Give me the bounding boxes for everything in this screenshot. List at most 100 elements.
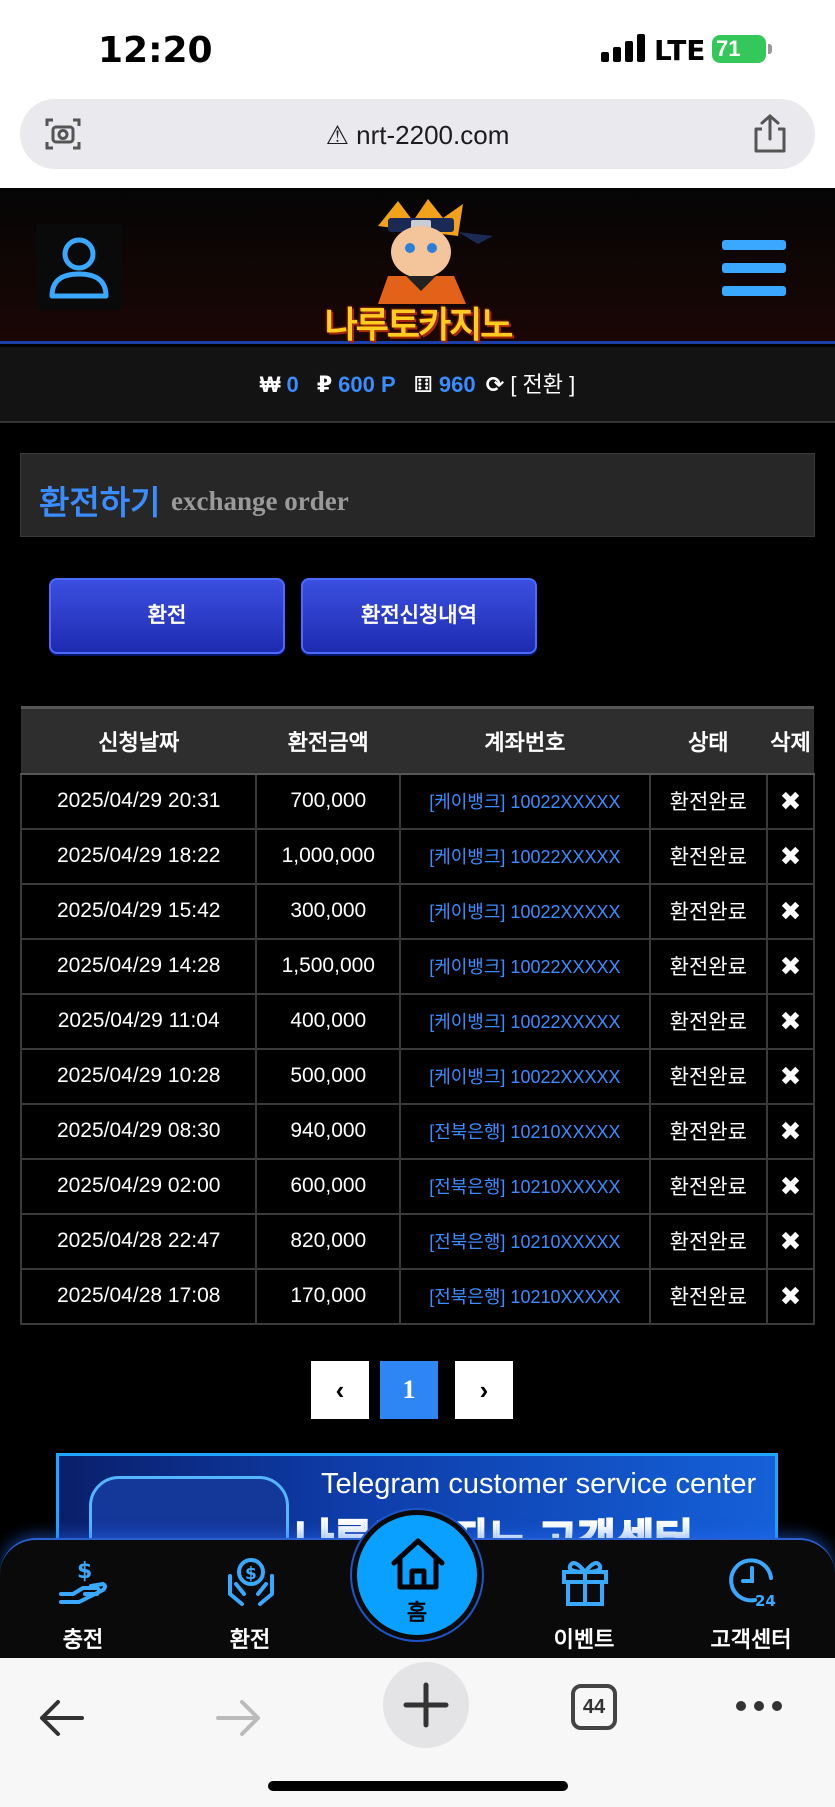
- telegram-icon: [89, 1476, 289, 1540]
- exchange-icon: $: [228, 1558, 274, 1606]
- delete-icon[interactable]: ✖: [766, 992, 815, 1050]
- won-icon: ₩: [259, 372, 281, 397]
- address-bar[interactable]: ⚠ nrt-2200.com: [20, 99, 815, 169]
- forward-arrow-icon[interactable]: [216, 1698, 262, 1738]
- cell-status: 환전완료: [648, 937, 769, 995]
- cell-account: [전북은행] 10210XXXXX: [399, 1212, 651, 1270]
- plus-icon: [403, 1682, 449, 1728]
- nav-support-label: 고객센터: [710, 1627, 792, 1652]
- header-delete: 삭제: [767, 706, 814, 775]
- table-row: 2025/04/29 08:30 940,000 [전북은행] 10210XXX…: [19, 1102, 815, 1160]
- battery-level: 71: [716, 36, 741, 61]
- browser-address-area: ⚠ nrt-2200.com: [0, 95, 835, 188]
- cash-value: 0: [286, 372, 299, 397]
- table-row: 2025/04/29 10:28 500,000 [케이뱅크] 10022XXX…: [19, 1047, 815, 1105]
- cell-date: 2025/04/28 22:47: [19, 1212, 258, 1270]
- cell-date: 2025/04/29 08:30: [19, 1102, 258, 1160]
- battery-cap: [768, 44, 772, 54]
- delete-icon[interactable]: ✖: [766, 937, 815, 995]
- cell-date: 2025/04/29 20:31: [19, 772, 258, 830]
- cell-amount: 500,000: [255, 1047, 402, 1105]
- cell-account: [전북은행] 10210XXXXX: [399, 1102, 651, 1160]
- cell-account: [전북은행] 10210XXXXX: [399, 1157, 651, 1215]
- delete-icon[interactable]: ✖: [766, 882, 815, 940]
- nav-support[interactable]: 24 고객센터: [681, 1540, 821, 1660]
- new-tab-button[interactable]: [383, 1662, 469, 1748]
- nav-charge[interactable]: $ 충전: [13, 1540, 153, 1660]
- table-row: 2025/04/28 22:47 820,000 [전북은행] 10210XXX…: [19, 1212, 815, 1270]
- next-page-button[interactable]: ›: [455, 1361, 513, 1419]
- table-row: 2025/04/29 18:22 1,000,000 [케이뱅크] 10022X…: [19, 827, 815, 885]
- convert-button[interactable]: [ 전환 ]: [510, 372, 575, 397]
- cell-amount: 820,000: [255, 1212, 402, 1270]
- header-date: 신청날짜: [21, 706, 257, 775]
- delete-icon[interactable]: ✖: [766, 1212, 815, 1270]
- cell-date: 2025/04/29 10:28: [19, 1047, 258, 1105]
- delete-icon[interactable]: ✖: [766, 827, 815, 885]
- logo-text: 나루토카지노: [324, 304, 514, 345]
- url-text[interactable]: ⚠ nrt-2200.com: [20, 120, 815, 151]
- cell-status: 환전완료: [648, 992, 769, 1050]
- delete-icon[interactable]: ✖: [766, 772, 815, 830]
- status-time: 12:20: [98, 30, 213, 71]
- support-24-icon: 24: [729, 1558, 776, 1608]
- cell-status: 환전완료: [648, 1047, 769, 1105]
- cell-amount: 940,000: [255, 1102, 402, 1160]
- share-icon[interactable]: [750, 113, 790, 155]
- svg-text:24: 24: [755, 1592, 776, 1608]
- site-logo[interactable]: 나루토카지노: [318, 196, 518, 345]
- cell-date: 2025/04/29 14:28: [19, 937, 258, 995]
- tabs-button[interactable]: 44: [571, 1684, 617, 1730]
- cell-amount: 1,500,000: [255, 937, 402, 995]
- cell-amount: 1,000,000: [255, 827, 402, 885]
- nav-event[interactable]: 이벤트: [514, 1540, 654, 1660]
- nav-home-label: 홈: [406, 1600, 428, 1625]
- cell-account: [케이뱅크] 10022XXXXX: [399, 827, 651, 885]
- prev-page-button[interactable]: ‹: [311, 1361, 369, 1419]
- delete-icon[interactable]: ✖: [766, 1047, 815, 1105]
- logo-character-icon: [378, 199, 493, 304]
- chip-balance: ⚅ 960 ⟳ [ 전환 ]: [414, 347, 575, 423]
- delete-icon[interactable]: ✖: [766, 1157, 815, 1215]
- exchange-button[interactable]: 환전: [49, 578, 285, 654]
- cell-status: 환전완료: [648, 827, 769, 885]
- cell-account: [케이뱅크] 10022XXXXX: [399, 772, 651, 830]
- cell-date: 2025/04/29 11:04: [19, 992, 258, 1050]
- cell-status: 환전완료: [648, 1157, 769, 1215]
- cell-account: [케이뱅크] 10022XXXXX: [399, 937, 651, 995]
- exchange-history-button[interactable]: 환전신청내역: [301, 578, 537, 654]
- nav-charge-label: 충전: [62, 1627, 104, 1652]
- home-icon: [391, 1538, 445, 1590]
- nav-exchange[interactable]: $ 환전: [180, 1540, 320, 1660]
- cell-amount: 170,000: [255, 1267, 402, 1325]
- charge-icon: $: [59, 1559, 107, 1604]
- svg-text:$: $: [245, 1564, 257, 1584]
- table-row: 2025/04/29 14:28 1,500,000 [케이뱅크] 10022X…: [19, 937, 815, 995]
- page-subtitle: exchange order: [171, 486, 349, 516]
- header-status: 상태: [649, 706, 768, 775]
- svg-text:$: $: [77, 1559, 92, 1584]
- page-1-button[interactable]: 1: [380, 1361, 438, 1419]
- cash-balance: ₩0: [260, 347, 299, 423]
- header-amount: 환전금액: [256, 706, 401, 775]
- cell-account: [케이뱅크] 10022XXXXX: [399, 992, 651, 1050]
- cell-status: 환전완료: [648, 1102, 769, 1160]
- cell-date: 2025/04/29 15:42: [19, 882, 258, 940]
- more-icon[interactable]: [735, 1698, 783, 1714]
- home-indicator: [268, 1781, 568, 1791]
- user-icon[interactable]: [36, 224, 122, 310]
- delete-icon[interactable]: ✖: [766, 1102, 815, 1160]
- nav-home-button[interactable]: 홈: [352, 1510, 482, 1640]
- header-account: 계좌번호: [400, 706, 650, 775]
- cell-account: [케이뱅크] 10022XXXXX: [399, 882, 651, 940]
- hamburger-menu-icon[interactable]: [722, 240, 786, 296]
- page-title: 환전하기: [39, 484, 161, 521]
- table-row: 2025/04/29 20:31 700,000 [케이뱅크] 10022XXX…: [19, 772, 815, 830]
- cell-account: [케이뱅크] 10022XXXXX: [399, 1047, 651, 1105]
- delete-icon[interactable]: ✖: [766, 1267, 815, 1325]
- dice-icon: ⚅: [413, 372, 433, 397]
- back-arrow-icon[interactable]: [38, 1698, 84, 1738]
- cell-status: 환전완료: [648, 882, 769, 940]
- table-row: 2025/04/29 15:42 300,000 [케이뱅크] 10022XXX…: [19, 882, 815, 940]
- refresh-icon[interactable]: ⟳: [486, 372, 504, 397]
